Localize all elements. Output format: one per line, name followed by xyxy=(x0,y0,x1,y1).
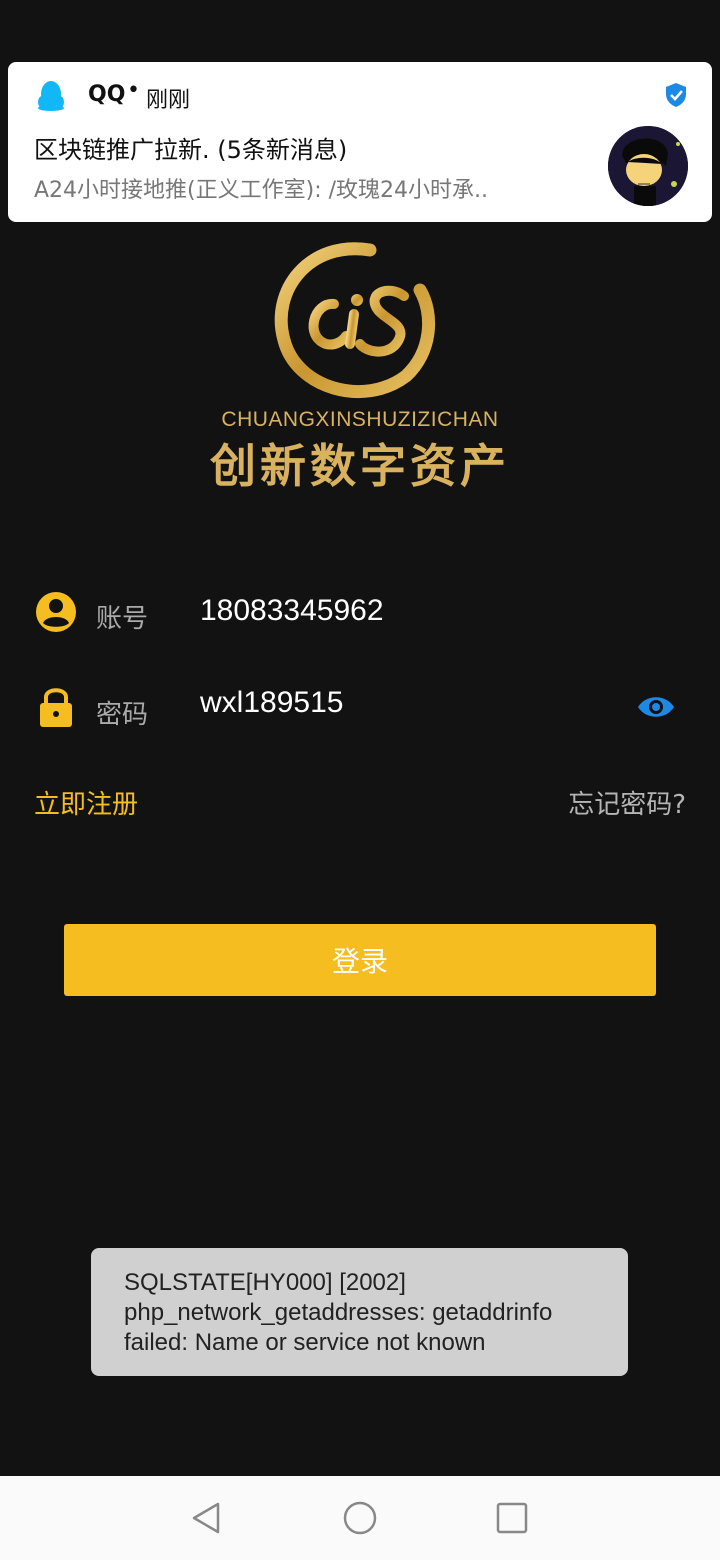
notification-time: 刚刚 xyxy=(146,88,191,113)
home-circle-icon[interactable] xyxy=(342,1500,378,1536)
back-triangle-icon[interactable] xyxy=(188,1500,224,1536)
forgot-password-link[interactable]: 忘记密码? xyxy=(568,784,686,821)
logo-chinese-name: 创新数字资产 xyxy=(210,439,510,493)
notification-title: 区块链推广拉新. (5条新消息) xyxy=(34,136,348,164)
error-toast: SQLSTATE[HY000] [2002] php_network_getad… xyxy=(91,1248,628,1376)
shield-check-icon xyxy=(666,83,686,107)
eye-icon[interactable] xyxy=(636,692,676,722)
user-circle-icon xyxy=(36,592,76,632)
password-input[interactable]: wxl189515 xyxy=(200,686,343,720)
account-input[interactable]: 18083345962 xyxy=(200,594,384,628)
register-link[interactable]: 立即注册 xyxy=(34,784,138,821)
cis-logo-icon xyxy=(274,242,436,398)
login-screen: QQ • 刚刚 区块链推广拉新. (5条新消息) A24小时接地推(正义工作室)… xyxy=(0,0,720,1560)
qq-notification[interactable]: QQ • 刚刚 区块链推广拉新. (5条新消息) A24小时接地推(正义工作室)… xyxy=(8,62,712,222)
login-button[interactable]: 登录 xyxy=(64,924,656,996)
toast-message: SQLSTATE[HY000] [2002] php_network_getad… xyxy=(124,1269,553,1356)
lock-icon xyxy=(40,688,72,727)
notification-body: A24小时接地推(正义工作室): /玫瑰24小时承.. xyxy=(34,178,489,203)
password-label: 密码 xyxy=(96,700,149,730)
logo-subtitle: CHUANGXINSHUZIZICHAN xyxy=(221,408,499,431)
sender-avatar xyxy=(608,126,688,206)
recents-square-icon[interactable] xyxy=(494,1500,530,1536)
qq-penguin-icon xyxy=(38,81,64,111)
system-navigation-bar xyxy=(0,1476,720,1560)
account-label: 账号 xyxy=(96,604,149,634)
avatar-image xyxy=(608,126,688,206)
notification-separator: • xyxy=(127,78,140,103)
notification-app-name: QQ xyxy=(88,82,126,107)
